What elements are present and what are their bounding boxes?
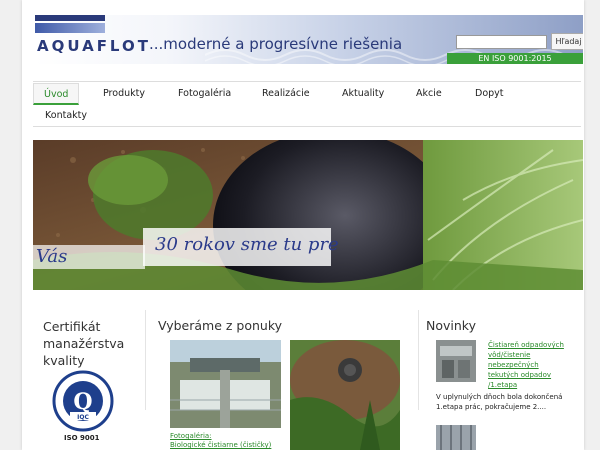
column-divider <box>418 310 419 410</box>
news-text-line: V uplynulých dňoch bola dokončená <box>436 393 563 401</box>
news-item-link[interactable]: Čistiareň odpadových vôd/čistenie nebezp… <box>488 340 568 390</box>
nav-item-realizacie[interactable]: Realizácie <box>252 83 320 105</box>
offer-thumbnail-garden[interactable] <box>290 340 400 450</box>
news-link-line[interactable]: Čistiareň odpadových <box>488 340 568 350</box>
nav-item-uvod[interactable]: Úvod <box>33 83 80 105</box>
news-item-summary: V uplynulých dňoch bola dokončená 1.etap… <box>436 392 566 412</box>
offer-heading: Vyberáme z ponuky <box>158 318 283 333</box>
svg-text:Q: Q <box>73 389 92 415</box>
news-link-line[interactable]: vôd/čistenie <box>488 350 568 360</box>
column-divider <box>145 310 146 410</box>
search-button[interactable]: Hľadaj <box>551 33 583 50</box>
main-nav: Úvod Produkty Fotogaléria Realizácie Akt… <box>33 81 581 127</box>
nav-item-dopyt[interactable]: Dopyt <box>465 83 514 105</box>
search-input[interactable] <box>456 35 547 49</box>
nav-item-fotogaleria[interactable]: Fotogaléria <box>168 83 241 105</box>
gallery-link-line1[interactable]: Fotogaléria: <box>170 432 285 441</box>
news-thumbnail[interactable] <box>436 425 476 450</box>
header-banner: AQUAFLOT ...moderné a progresívne riešen… <box>35 15 583 64</box>
iso-badge: EN ISO 9001:2015 <box>447 53 583 64</box>
iqc-seal-icon: Q IQC <box>52 370 114 432</box>
hero-caption-line1: 30 rokov sme tu pre <box>155 234 339 255</box>
news-link-line[interactable]: /1.etapa <box>488 380 568 390</box>
offer-thumbnail-plant[interactable] <box>170 340 281 428</box>
news-text-line: 1.etapa prác, pokračujeme 2.... <box>436 403 547 411</box>
nav-item-akcie[interactable]: Akcie <box>406 83 452 105</box>
banner-decoration <box>35 15 105 21</box>
nav-item-aktuality[interactable]: Aktuality <box>332 83 394 105</box>
hero-caption-line2: Vás <box>36 246 68 267</box>
gallery-link[interactable]: Fotogaléria: Biologické čistiarne (čisti… <box>170 432 285 450</box>
news-link-line[interactable]: nebezpečných <box>488 360 568 370</box>
svg-text:IQC: IQC <box>77 414 89 421</box>
news-thumbnail[interactable] <box>436 340 476 382</box>
seal-caption: ISO 9001 <box>64 434 100 442</box>
banner-decoration-bar <box>35 23 105 33</box>
news-heading: Novinky <box>426 318 476 333</box>
gallery-link-line2[interactable]: Biologické čistiarne (čističky) <box>170 441 285 450</box>
brand-logo[interactable]: AQUAFLOT <box>37 37 151 55</box>
nav-item-kontakty[interactable]: Kontakty <box>35 105 97 127</box>
news-link-line[interactable]: tekutých odpadov <box>488 370 568 380</box>
certificate-heading: Certifikát manažérstva kvality <box>43 319 125 368</box>
nav-item-produkty[interactable]: Produkty <box>93 83 155 105</box>
